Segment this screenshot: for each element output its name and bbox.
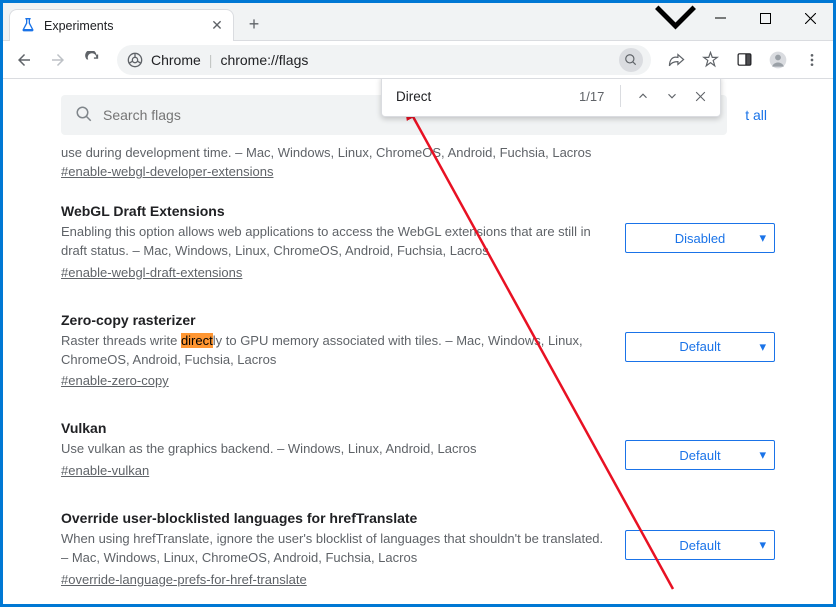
find-highlight: direct [181, 333, 213, 348]
tab-strip: Experiments ✕ + [3, 3, 833, 41]
find-separator [620, 85, 621, 107]
flag-item: Override user-blocklisted languages for … [61, 510, 775, 587]
flag-description: When using hrefTranslate, ignore the use… [61, 530, 605, 568]
tab-search-button[interactable] [653, 3, 698, 33]
flag-select-value: Default [679, 339, 720, 354]
flag-item: Zero-copy rasterizer Raster threads writ… [61, 312, 775, 389]
reload-button[interactable] [77, 45, 107, 75]
flag-description: Raster threads write directly to GPU mem… [61, 332, 605, 370]
new-tab-button[interactable]: + [240, 10, 268, 38]
flask-icon [20, 18, 36, 34]
browser-tab[interactable]: Experiments ✕ [9, 9, 234, 41]
bookmark-icon[interactable] [695, 45, 725, 75]
find-next-button[interactable] [660, 83, 683, 109]
flag-anchor-link[interactable]: #enable-webgl-developer-extensions [61, 164, 273, 179]
find-prev-button[interactable] [631, 83, 654, 109]
tab-close-icon[interactable]: ✕ [209, 18, 225, 34]
search-icon [75, 105, 93, 126]
flag-select-dropdown[interactable]: Disabled ▾ [625, 223, 775, 253]
address-bar[interactable]: Chrome|chrome://flags [117, 45, 651, 75]
flag-anchor-link[interactable]: #enable-vulkan [61, 463, 149, 478]
sidepanel-icon[interactable] [729, 45, 759, 75]
chevron-down-icon: ▾ [759, 447, 766, 463]
forward-button[interactable] [43, 45, 73, 75]
chevron-down-icon: ▾ [759, 537, 766, 553]
flag-description: Enabling this option allows web applicat… [61, 223, 605, 261]
share-icon[interactable] [661, 45, 691, 75]
back-button[interactable] [9, 45, 39, 75]
flag-anchor-link[interactable]: #enable-webgl-draft-extensions [61, 265, 242, 280]
find-count: 1/17 [579, 89, 604, 104]
flag-select-value: Default [679, 448, 720, 463]
menu-icon[interactable] [797, 45, 827, 75]
flag-title: Vulkan [61, 420, 605, 436]
find-close-button[interactable] [689, 83, 712, 109]
chrome-icon [127, 52, 143, 68]
flag-select-dropdown[interactable]: Default ▾ [625, 332, 775, 362]
zoom-icon[interactable] [619, 48, 643, 72]
page-content: 1/17 t all use during development time. … [3, 79, 833, 604]
tab-title: Experiments [44, 19, 201, 33]
browser-toolbar: Chrome|chrome://flags [3, 41, 833, 79]
flag-select-value: Disabled [675, 231, 726, 246]
window-minimize-button[interactable] [698, 3, 743, 33]
window-maximize-button[interactable] [743, 3, 788, 33]
flag-select-dropdown[interactable]: Default ▾ [625, 440, 775, 470]
flag-title: Override user-blocklisted languages for … [61, 510, 605, 526]
flag-title: Zero-copy rasterizer [61, 312, 605, 328]
window-close-button[interactable] [788, 3, 833, 33]
chevron-down-icon: ▾ [759, 339, 766, 355]
reset-all-button[interactable]: t all [737, 107, 775, 123]
flag-item: WebGL Draft Extensions Enabling this opt… [61, 203, 775, 280]
chevron-down-icon: ▾ [759, 230, 766, 246]
flag-description: Use vulkan as the graphics backend. – Wi… [61, 440, 605, 459]
profile-icon[interactable] [763, 45, 793, 75]
find-input[interactable] [396, 89, 573, 104]
flag-title: WebGL Draft Extensions [61, 203, 605, 219]
flag-select-value: Default [679, 538, 720, 553]
flag-item: Vulkan Use vulkan as the graphics backen… [61, 420, 775, 478]
flag-select-dropdown[interactable]: Default ▾ [625, 530, 775, 560]
find-in-page-bar: 1/17 [381, 79, 721, 117]
url-display: Chrome|chrome://flags [151, 52, 308, 68]
flag-description-fragment: use during development time. – Mac, Wind… [61, 145, 605, 160]
flag-anchor-link[interactable]: #override-language-prefs-for-href-transl… [61, 572, 307, 587]
flag-anchor-link[interactable]: #enable-zero-copy [61, 373, 169, 388]
